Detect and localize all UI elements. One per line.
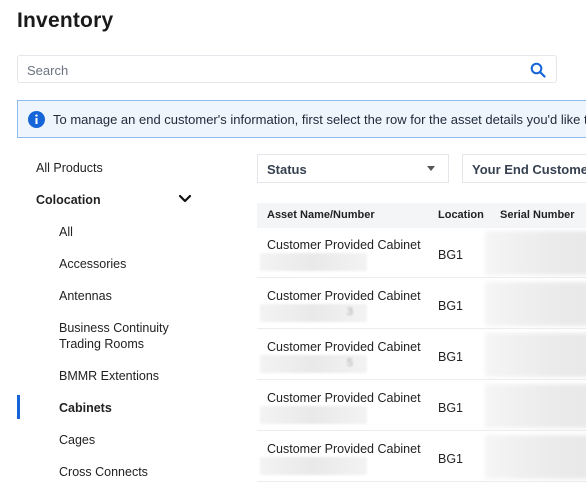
table-row[interactable]: Customer Provided Cabinet BG1 [257, 381, 586, 431]
search-input[interactable] [27, 61, 507, 79]
asset-name: Customer Provided Cabinet [267, 442, 421, 456]
table-row[interactable]: Customer Provided Cabinet BG1 [257, 432, 586, 482]
column-header-serial-number[interactable]: Serial Number [500, 209, 575, 221]
table-row[interactable]: Customer Provided Cabinet 5 BG1 [257, 330, 586, 380]
sidebar-item-cages[interactable]: Cages [59, 432, 95, 448]
asset-name: Customer Provided Cabinet [267, 289, 421, 303]
sidebar-category-colocation[interactable]: Colocation [36, 192, 101, 208]
status-filter-label: Status [267, 162, 307, 177]
table-header: Asset Name/Number Location Serial Number [257, 203, 586, 228]
sidebar-item-business-continuity[interactable]: Business Continuity Trading Rooms [59, 320, 169, 352]
status-filter-dropdown[interactable]: Status [257, 154, 449, 183]
caret-down-icon [427, 166, 435, 171]
redacted-serial-number [485, 333, 586, 377]
redacted-serial-number [485, 435, 586, 479]
asset-location: BG1 [438, 299, 464, 313]
sidebar-item-all[interactable]: All [59, 224, 73, 240]
asset-name: Customer Provided Cabinet [267, 391, 421, 405]
table-row[interactable]: Customer Provided Cabinet BG1 [257, 228, 586, 278]
redacted-asset-number: 3 [260, 304, 367, 322]
asset-location: BG1 [438, 401, 464, 415]
sidebar-item-bmmr-extentions[interactable]: BMMR Extentions [59, 368, 159, 384]
sidebar-item-antennas[interactable]: Antennas [59, 288, 112, 304]
info-banner-text: To manage an end customer's information,… [53, 112, 586, 127]
column-header-asset-name[interactable]: Asset Name/Number [267, 209, 375, 221]
sidebar-item-accessories[interactable]: Accessories [59, 256, 126, 272]
asset-name: Customer Provided Cabinet [267, 238, 421, 252]
asset-location: BG1 [438, 350, 464, 364]
redacted-asset-number: 5 [260, 355, 367, 373]
search-icon[interactable] [530, 62, 546, 78]
end-customer-filter-label: Your End Customer [472, 162, 586, 177]
redacted-asset-number [260, 253, 367, 271]
chevron-down-icon[interactable] [178, 194, 192, 204]
redacted-serial-number [485, 384, 586, 428]
info-icon [28, 111, 45, 128]
active-indicator [17, 395, 20, 419]
asset-location: BG1 [438, 452, 464, 466]
end-customer-filter-dropdown[interactable]: Your End Customer [462, 154, 586, 183]
info-banner: To manage an end customer's information,… [17, 100, 586, 138]
asset-location: BG1 [438, 248, 464, 262]
page-title: Inventory [17, 9, 114, 32]
table-row[interactable]: Customer Provided Cabinet 3 BG1 [257, 279, 586, 329]
asset-name: Customer Provided Cabinet [267, 340, 421, 354]
sidebar-item-all-products[interactable]: All Products [36, 160, 103, 176]
sidebar-item-cabinets[interactable]: Cabinets [59, 400, 112, 416]
column-header-location[interactable]: Location [438, 209, 484, 221]
redacted-serial-number [485, 282, 586, 326]
sidebar-item-cross-connects[interactable]: Cross Connects [59, 464, 148, 480]
redacted-asset-number [260, 457, 367, 475]
redacted-serial-number [485, 231, 586, 275]
search-bar[interactable] [17, 55, 557, 83]
redacted-asset-number [260, 406, 367, 424]
